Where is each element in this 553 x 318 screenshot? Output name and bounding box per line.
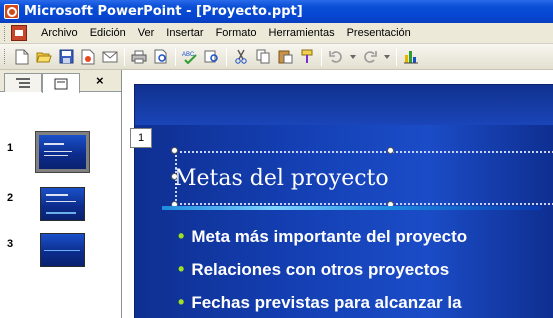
slide-thumbnail[interactable] [40, 233, 85, 267]
close-pane-icon[interactable]: × [96, 73, 104, 88]
thumbnail-text-line [44, 155, 68, 156]
slide-header-band [135, 85, 553, 125]
slide-thumbnail[interactable] [40, 187, 85, 221]
cut-icon[interactable] [232, 48, 250, 66]
undo-icon[interactable] [327, 48, 345, 66]
chart-icon[interactable] [402, 48, 420, 66]
bullet-item[interactable]: Relaciones con otros proyectos [178, 259, 449, 280]
menu-insertar[interactable]: Insertar [160, 25, 209, 41]
powerpoint-app-icon[interactable] [4, 4, 19, 19]
email-icon[interactable] [101, 48, 119, 66]
toolbar-separator [175, 47, 176, 66]
paste-icon[interactable] [276, 48, 294, 66]
slide-title[interactable]: Metas del proyecto [174, 166, 389, 191]
slide-number: 1 [7, 142, 14, 154]
outline-tab[interactable] [4, 73, 42, 92]
slides-pane: × 1 2 3 [0, 70, 122, 318]
title-underline [162, 206, 541, 210]
slide-thumbnail-selected[interactable] [35, 131, 90, 173]
pane-tabs: × [0, 70, 121, 93]
print-preview-icon[interactable] [152, 48, 170, 66]
toolbar-grip[interactable] [4, 49, 8, 64]
menu-herramientas[interactable]: Herramientas [263, 25, 341, 41]
new-icon[interactable] [13, 48, 31, 66]
permission-icon[interactable] [79, 48, 97, 66]
spelling-icon[interactable]: ABC [181, 48, 199, 66]
save-icon[interactable] [57, 48, 75, 66]
slide-thumbnail-row[interactable]: 3 [0, 230, 121, 276]
bullet-item[interactable]: Fechas previstas para alcanzar la [178, 292, 461, 313]
toolbar-separator [226, 47, 227, 66]
thumbnail-title-line [44, 143, 64, 145]
open-icon[interactable] [35, 48, 53, 66]
toolbar-separator [124, 47, 125, 66]
redo-dropdown-icon[interactable] [383, 48, 391, 66]
print-icon[interactable] [130, 48, 148, 66]
slide-number: 3 [7, 238, 14, 250]
menu-bar: Archivo Edición Ver Insertar Formato Her… [0, 23, 553, 44]
slides-icon [54, 78, 68, 89]
menu-formato[interactable]: Formato [210, 25, 263, 41]
title-bar: Microsoft PowerPoint - [Proyecto.ppt] [0, 0, 553, 23]
menu-archivo[interactable]: Archivo [35, 25, 84, 41]
slide-canvas[interactable] [134, 84, 553, 318]
format-painter-icon[interactable] [298, 48, 316, 66]
resize-handle[interactable] [387, 147, 394, 154]
menu-ver[interactable]: Ver [132, 25, 161, 41]
slide-thumbnail-row[interactable]: 2 [0, 184, 121, 230]
resize-handle[interactable] [171, 147, 178, 154]
slide-number: 2 [7, 192, 14, 204]
slide-thumbnail-row[interactable]: 1 [0, 131, 121, 178]
copy-icon[interactable] [254, 48, 272, 66]
thumbnail-text-line [46, 212, 76, 214]
menu-edicion[interactable]: Edición [84, 25, 132, 41]
outline-icon [16, 78, 30, 88]
thumbnail-text-line [46, 201, 76, 202]
toolbar-separator [321, 47, 322, 66]
thumbnail-title-line [46, 194, 68, 196]
menu-grip[interactable] [4, 25, 8, 41]
bullet-item[interactable]: Meta más importante del proyecto [178, 226, 467, 247]
research-icon[interactable] [203, 48, 221, 66]
toolbar-separator [396, 47, 397, 66]
menu-presentacion[interactable]: Presentación [341, 25, 417, 41]
thumbnail-accent-line [44, 250, 80, 251]
document-icon[interactable] [11, 25, 27, 41]
slides-tab[interactable] [42, 73, 80, 93]
redo-icon[interactable] [361, 48, 379, 66]
standard-toolbar: ABC [0, 44, 553, 70]
thumbnail-text-line [44, 151, 72, 152]
undo-dropdown-icon[interactable] [349, 48, 357, 66]
window-title: Microsoft PowerPoint - [Proyecto.ppt] [24, 4, 303, 19]
slide-editing-area[interactable]: 1 Metas del proyecto Meta más importante… [122, 70, 553, 318]
slide-number-badge: 1 [130, 128, 152, 148]
